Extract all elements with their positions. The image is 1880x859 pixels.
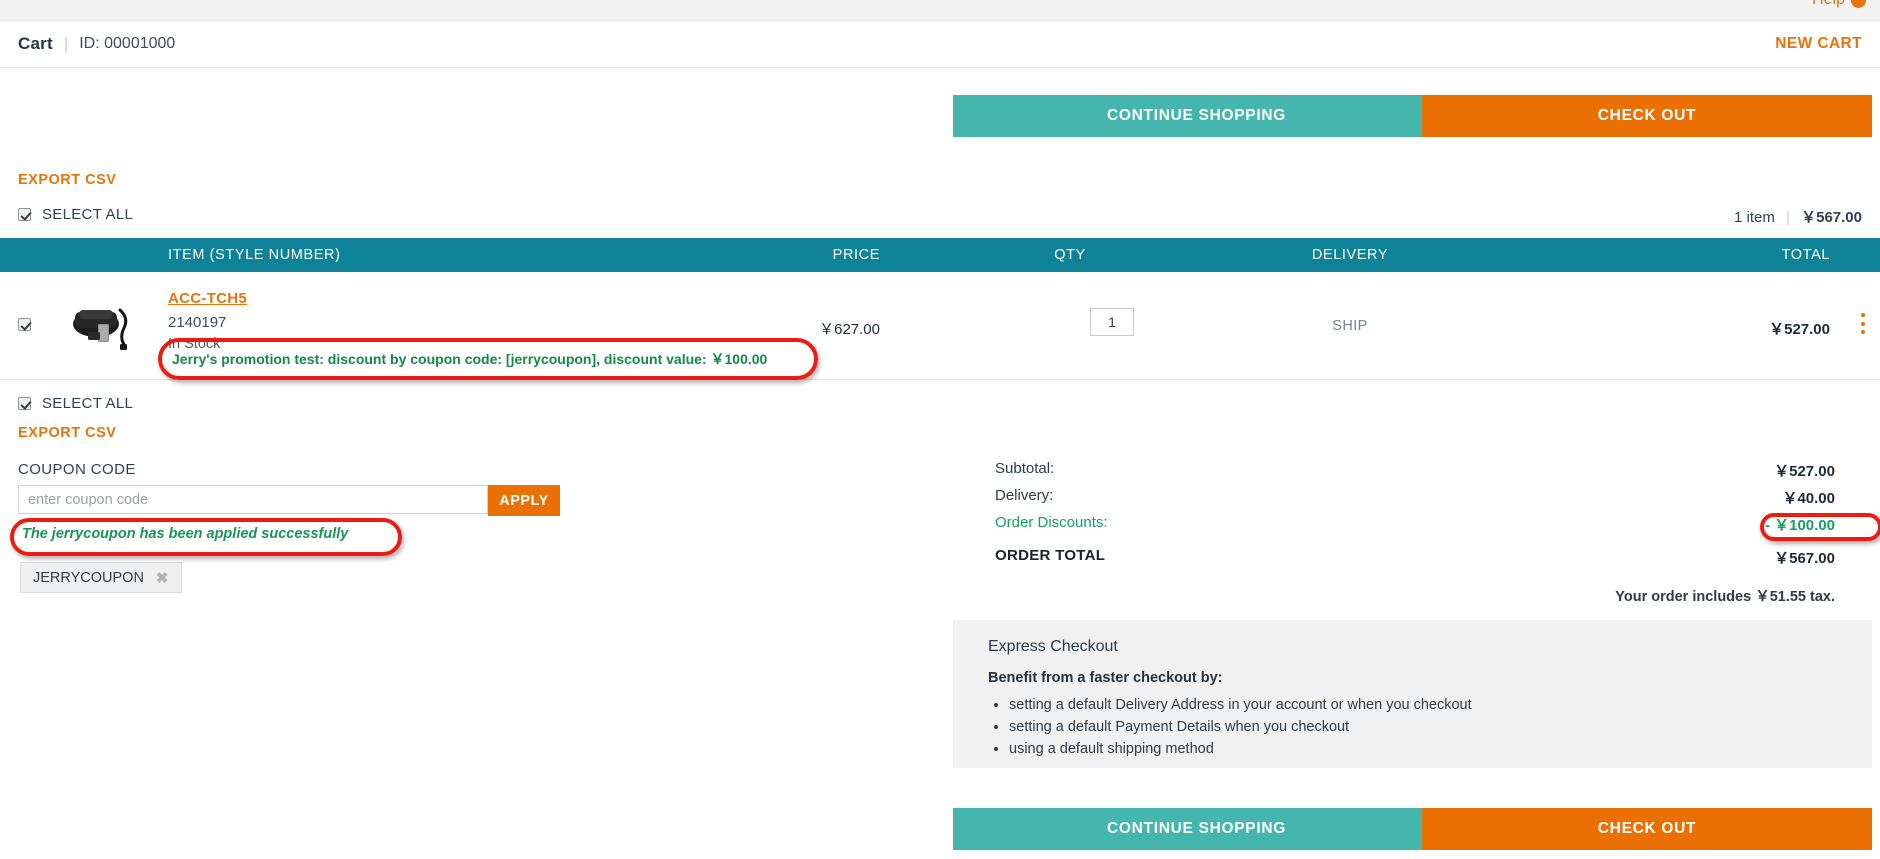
product-delivery-mode: SHIP: [1332, 318, 1368, 334]
summary-row-discount: Order Discounts: - ￥100.00: [995, 514, 1880, 541]
select-all-row-bottom[interactable]: SELECT ALL: [18, 395, 133, 412]
express-checkout-benefits: setting a default Delivery Address in yo…: [987, 694, 1472, 760]
product-price: ￥627.00: [819, 321, 880, 338]
continue-shopping-button-top[interactable]: CONTINUE SHOPPING: [953, 95, 1440, 137]
delivery-label: Delivery:: [995, 487, 1054, 504]
kebab-menu-icon[interactable]: [1861, 313, 1866, 334]
export-csv-link-top[interactable]: EXPORT CSV: [18, 172, 116, 188]
summary-row-subtotal: Subtotal: ￥527.00: [995, 460, 1880, 487]
summary-row-delivery: Delivery: ￥40.00: [995, 487, 1880, 514]
quantity-input[interactable]: [1090, 308, 1134, 336]
select-all-label-bottom: SELECT ALL: [42, 395, 134, 412]
product-info: ACC-TCH5 2140197 In Stock: [168, 290, 247, 352]
coupon-code-label: COUPON CODE: [18, 461, 136, 478]
order-discounts-label: Order Discounts:: [995, 514, 1108, 531]
select-all-label-top: SELECT ALL: [42, 206, 134, 223]
select-all-row-top[interactable]: SELECT ALL: [18, 206, 133, 223]
applied-coupon-chip: JERRYCOUPON ✖: [20, 562, 182, 593]
coupon-success-message: The jerrycoupon has been applied success…: [22, 526, 349, 542]
product-promotion-message: Jerry's promotion test: discount by coup…: [172, 351, 768, 367]
summary-row-order-total: ORDER TOTAL ￥567.00: [995, 547, 1880, 580]
help-link[interactable]: Help: [1812, 0, 1866, 9]
item-count-divider: |: [1786, 209, 1790, 226]
order-total-label: ORDER TOTAL: [995, 547, 1106, 564]
express-checkout-panel: Express Checkout Benefit from a faster c…: [953, 620, 1872, 768]
remove-coupon-icon[interactable]: ✖: [156, 569, 169, 587]
list-item: setting a default Delivery Address in yo…: [1009, 694, 1472, 716]
help-circle-icon: [1851, 0, 1866, 8]
table-row: ACC-TCH5 2140197 In Stock Jerry's promot…: [0, 272, 1880, 380]
export-csv-link-bottom[interactable]: EXPORT CSV: [18, 425, 116, 441]
item-count: 1 item: [1734, 209, 1775, 226]
column-header-delivery: DELIVERY: [1311, 247, 1389, 263]
checkout-button-top[interactable]: CHECK OUT: [1422, 95, 1872, 137]
cart-items-summary: 1 item | ￥567.00: [1734, 206, 1862, 227]
cart-table-header: ITEM (STYLE NUMBER) PRICE QTY DELIVERY T…: [0, 238, 1880, 272]
product-style-number: 2140197: [168, 314, 227, 331]
order-discounts-value: - ￥100.00: [1764, 517, 1835, 534]
column-header-price: PRICE: [832, 247, 880, 263]
delivery-value: ￥40.00: [1782, 490, 1835, 507]
express-checkout-title: Express Checkout: [988, 638, 1118, 655]
column-header-qty: QTY: [1054, 247, 1086, 263]
applied-coupon-code: JERRYCOUPON: [33, 569, 144, 586]
select-all-checkbox-top[interactable]: [18, 208, 31, 221]
top-action-row: CONTINUE SHOPPING CHECK OUT: [0, 95, 1880, 137]
column-header-item: ITEM (STYLE NUMBER): [168, 247, 341, 263]
continue-shopping-button-bottom[interactable]: CONTINUE SHOPPING: [953, 808, 1440, 850]
product-sku-link[interactable]: ACC-TCH5: [168, 290, 247, 307]
tax-note: Your order includes ￥51.55 tax.: [1615, 589, 1835, 605]
list-item: using a default shipping method: [1009, 738, 1472, 760]
utility-strip: Help: [0, 0, 1880, 21]
order-summary: Subtotal: ￥527.00 Delivery: ￥40.00 Order…: [995, 460, 1880, 580]
column-header-total: TOTAL: [1781, 247, 1830, 263]
row-select-checkbox[interactable]: [18, 318, 31, 331]
title-divider: |: [63, 34, 69, 53]
order-total-value: ￥567.00: [1774, 550, 1835, 567]
new-cart-link[interactable]: NEW CART: [1775, 35, 1862, 53]
select-all-checkbox-bottom[interactable]: [18, 397, 31, 410]
subtotal-label: Subtotal:: [995, 460, 1055, 477]
subtotal-value: ￥527.00: [1774, 463, 1835, 480]
cart-title-group: Cart | ID: 00001000: [0, 34, 175, 54]
cart-title-bar: Cart | ID: 00001000 NEW CART: [0, 21, 1880, 68]
help-label: Help: [1812, 0, 1845, 9]
page-title: Cart: [18, 34, 53, 53]
cart-total-amount: ￥567.00: [1801, 209, 1862, 226]
product-line-total: ￥527.00: [1769, 321, 1830, 338]
checkout-button-bottom[interactable]: CHECK OUT: [1422, 808, 1872, 850]
list-item: setting a default Payment Details when y…: [1009, 716, 1472, 738]
product-thumbnail: [73, 308, 128, 350]
apply-coupon-button[interactable]: APPLY: [488, 485, 560, 516]
cart-page: Help Cart | ID: 00001000 NEW CART CONTIN…: [0, 0, 1880, 859]
cart-id: ID: 00001000: [79, 35, 176, 52]
coupon-code-input[interactable]: [18, 485, 488, 514]
express-checkout-subtitle: Benefit from a faster checkout by:: [988, 670, 1223, 686]
